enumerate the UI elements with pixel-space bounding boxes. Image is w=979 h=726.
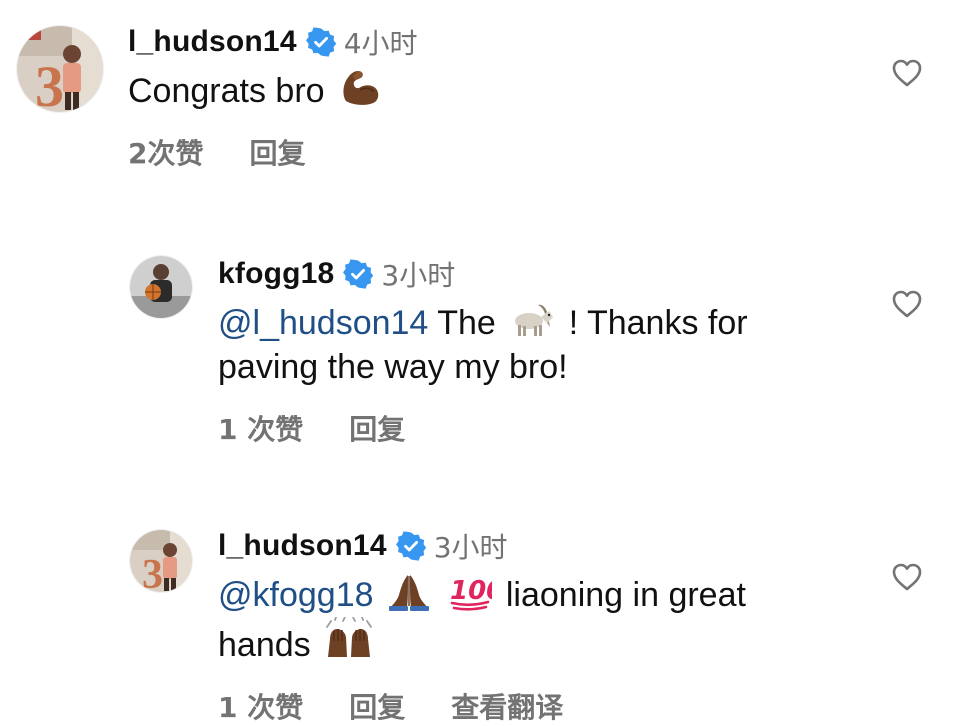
like-heart-icon[interactable] — [891, 289, 923, 319]
likes-count-button[interactable]: 1 次赞 — [218, 686, 303, 726]
comment-text-content: paving the way my bro! — [218, 348, 568, 386]
likes-count-button[interactable]: 1 次赞 — [218, 408, 303, 448]
like-heart-icon[interactable] — [891, 562, 923, 592]
comment-time: 3小时 — [381, 259, 456, 292]
folded-hands-emoji-icon — [387, 571, 431, 611]
goat-emoji-icon — [509, 299, 555, 339]
like-heart-icon[interactable] — [891, 58, 923, 88]
comment-reply-item: 3 l_hudson14 3小时 @kfogg18 10 liaoning in… — [0, 512, 979, 724]
see-translation-button[interactable]: 查看翻译 — [451, 686, 563, 726]
comment-time: 3小时 — [433, 531, 508, 564]
reply-button[interactable]: 回复 — [349, 408, 405, 448]
flexed-biceps-emoji-icon — [338, 67, 382, 107]
comment-reply-item: kfogg18 3小时 @l_hudson14 The ! Thanks for… — [0, 240, 979, 480]
comment-username[interactable]: l_hudson14 — [128, 25, 297, 59]
likes-count-button[interactable]: 2次赞 — [128, 132, 203, 172]
comment-actions: 1 次赞 回复 查看翻译 — [218, 686, 746, 726]
raising-hands-emoji-icon — [324, 617, 374, 661]
reply-button[interactable]: 回复 — [349, 686, 405, 726]
comment-username[interactable]: l_hudson14 — [218, 529, 387, 563]
comment-text: Congrats bro — [128, 67, 418, 113]
mention-link[interactable]: @l_hudson14 — [218, 304, 428, 342]
svg-text:3: 3 — [142, 552, 163, 592]
comment-item: 3 l_hudson14 4小时 Congrats bro 2次赞 回复 — [0, 0, 979, 200]
svg-text:3: 3 — [35, 54, 64, 112]
mention-link[interactable]: @kfogg18 — [218, 576, 374, 614]
comment-text-content: liaoning in great — [505, 576, 746, 614]
comment-text-content: hands — [218, 626, 311, 664]
verified-badge-icon — [305, 27, 336, 57]
verified-badge-icon — [395, 531, 426, 561]
comment-username[interactable]: kfogg18 — [218, 257, 334, 291]
comment-actions: 2次赞 回复 — [128, 132, 418, 172]
comment-text-content: Congrats bro — [128, 72, 325, 110]
comment-text: @kfogg18 100 liaoning in great hands — [218, 571, 746, 667]
hundred-points-emoji-icon: 100 — [448, 571, 492, 611]
avatar[interactable]: 3 — [130, 530, 192, 592]
comment-actions: 1 次赞 回复 — [218, 408, 748, 448]
comment-text-content: The — [437, 304, 496, 342]
reply-button[interactable]: 回复 — [249, 132, 305, 172]
comment-time: 4小时 — [343, 27, 418, 60]
comment-text-content: ! Thanks for — [568, 304, 748, 342]
verified-badge-icon — [343, 259, 374, 289]
avatar[interactable] — [130, 256, 192, 318]
avatar[interactable]: 3 — [17, 26, 103, 112]
comment-text: @l_hudson14 The ! Thanks for paving the … — [218, 299, 748, 389]
